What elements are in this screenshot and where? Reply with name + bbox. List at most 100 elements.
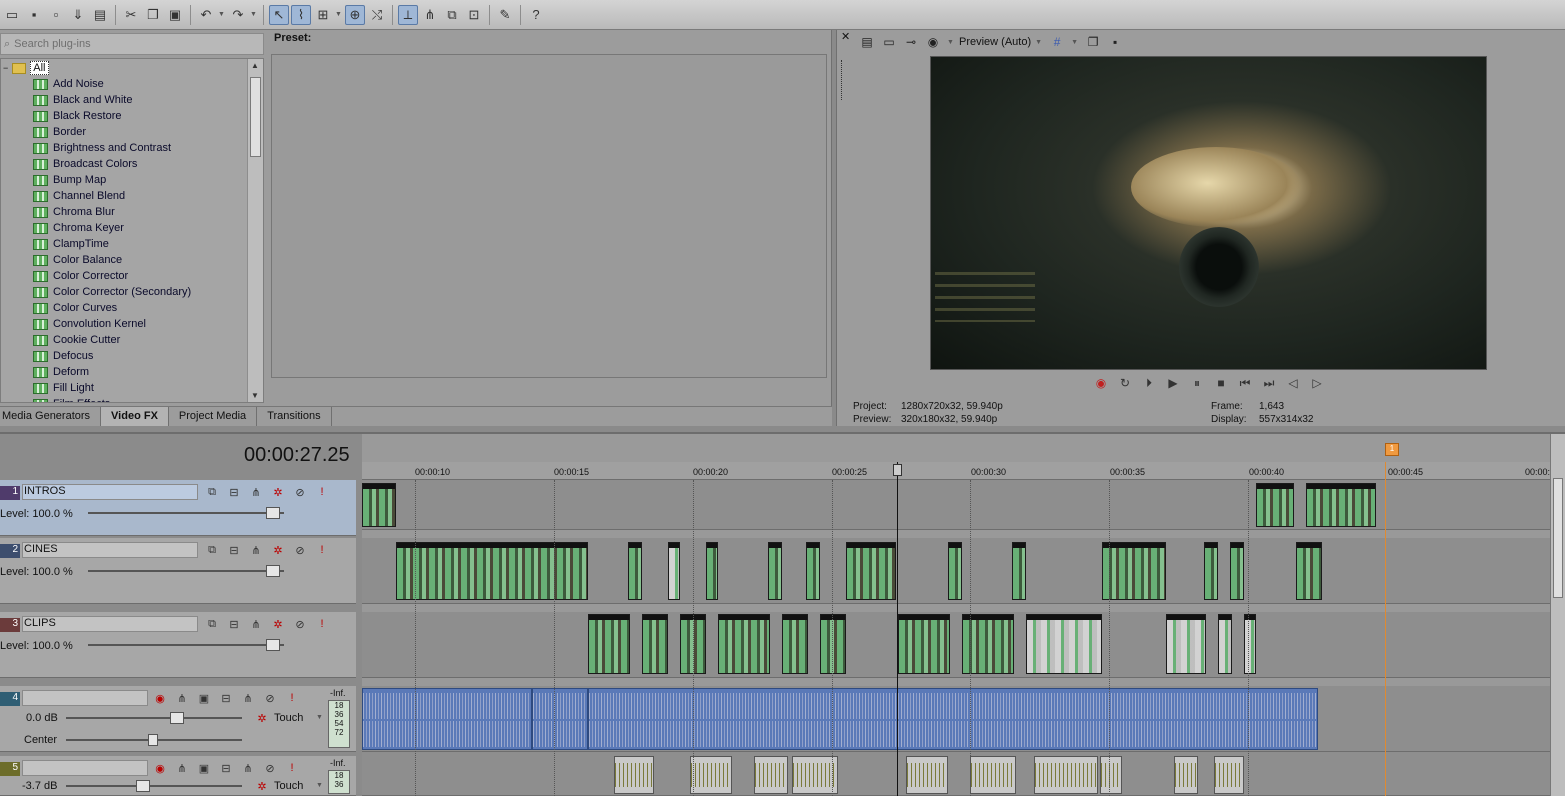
video-clip[interactable] (1026, 614, 1102, 674)
track-motion-icon[interactable]: ⊟ (226, 484, 242, 500)
external-monitor-icon[interactable]: ▭ (881, 34, 897, 50)
lock-envelopes-icon[interactable]: ⋔ (420, 5, 440, 25)
plugin-item[interactable]: Film Effects (33, 396, 191, 402)
audio-clip[interactable] (1100, 756, 1122, 794)
track-fx-icon[interactable]: ⊟ (218, 690, 234, 706)
automation-mode-icon[interactable]: ✲ (254, 778, 270, 794)
scroll-down-icon[interactable]: ▼ (251, 391, 259, 400)
video-clip[interactable] (718, 614, 770, 674)
video-clip[interactable] (588, 614, 630, 674)
track-name-field[interactable]: INTROS (22, 484, 198, 500)
audio-clip[interactable] (614, 756, 654, 794)
redo-icon[interactable]: ↷ (228, 5, 248, 25)
playhead-cursor[interactable] (897, 462, 898, 796)
automation-icon[interactable]: ▣ (196, 760, 212, 776)
audio-clip[interactable] (588, 688, 1318, 750)
tab-project-media[interactable]: Project Media (169, 407, 258, 426)
copy-icon[interactable]: ❐ (143, 5, 163, 25)
mute-icon[interactable]: ⊘ (262, 760, 278, 776)
prev-frame-icon[interactable]: ◁ (1285, 375, 1301, 391)
selection-icon[interactable]: ⊞ (313, 5, 333, 25)
plugin-item[interactable]: Color Curves (33, 300, 191, 316)
arm-record-icon[interactable]: ◉ (152, 760, 168, 776)
plugin-item[interactable]: Fill Light (33, 380, 191, 396)
envelope-edit-icon[interactable]: ⌇ (291, 4, 311, 25)
track-lane-cines[interactable] (362, 538, 1550, 604)
auto-crossfade-icon[interactable]: ⤭ (367, 5, 387, 25)
video-clip[interactable] (846, 542, 896, 600)
video-clip[interactable] (1012, 542, 1026, 600)
video-clip[interactable] (898, 614, 950, 674)
save-icon[interactable]: ▪ (24, 5, 44, 25)
automation-icon[interactable]: ▣ (196, 690, 212, 706)
overlays-icon[interactable]: ◉ (925, 34, 941, 50)
solo-icon[interactable]: ! (284, 690, 300, 706)
fx-chain-icon[interactable]: ⋔ (248, 484, 264, 500)
plugin-scrollbar[interactable]: ▲ ▼ (247, 59, 263, 402)
plugin-item[interactable]: ClampTime (33, 236, 191, 252)
chevron-down-icon[interactable]: ▼ (316, 782, 324, 789)
audio-clip[interactable] (906, 756, 948, 794)
redo-dropdown-icon[interactable]: ▼ (250, 11, 258, 18)
next-frame-icon[interactable]: ▷ (1309, 375, 1325, 391)
invert-phase-icon[interactable]: ⋔ (174, 690, 190, 706)
chevron-down-icon[interactable]: ▼ (1071, 39, 1079, 46)
track-header-intros[interactable]: 1 INTROS ⧉ ⊟ ⋔ ✲ ⊘ ! Level: 100.0 % (0, 480, 356, 536)
stop-icon[interactable]: ■ (1213, 375, 1229, 391)
video-clip[interactable] (820, 614, 846, 674)
plugin-item[interactable]: Deform (33, 364, 191, 380)
cut-icon[interactable]: ✂ (121, 5, 141, 25)
track-header-cines[interactable]: 2 CINES ⧉ ⊟ ⋔ ✲ ⊘ ! Level: 100.0 % (0, 538, 356, 604)
video-clip[interactable] (1306, 483, 1376, 527)
track-name-field[interactable]: CLIPS (22, 616, 198, 632)
plugin-item[interactable]: Color Corrector (Secondary) (33, 284, 191, 300)
tree-root-all[interactable]: − All (3, 61, 49, 75)
marker-flag[interactable]: 1 (1385, 443, 1399, 456)
tab-transitions[interactable]: Transitions (257, 407, 332, 426)
track-fx-icon[interactable]: ✲ (270, 616, 286, 632)
fx-chain-icon[interactable]: ⋔ (248, 542, 264, 558)
undo-icon[interactable]: ↶ (196, 5, 216, 25)
plugin-item[interactable]: Convolution Kernel (33, 316, 191, 332)
plugin-item[interactable]: Channel Blend (33, 188, 191, 204)
undo-dropdown-icon[interactable]: ▼ (218, 11, 226, 18)
tab-video-fx[interactable]: Video FX (101, 407, 169, 426)
video-clip[interactable] (1230, 542, 1244, 600)
video-clip[interactable] (1296, 542, 1322, 600)
compositing-mode-icon[interactable]: ⧉ (204, 616, 220, 632)
audio-clip[interactable] (754, 756, 788, 794)
video-clip[interactable] (668, 542, 680, 600)
split-screen-icon[interactable]: ⊸ (903, 34, 919, 50)
solo-icon[interactable]: ! (314, 484, 330, 500)
video-clip[interactable] (782, 614, 808, 674)
video-clip[interactable] (948, 542, 962, 600)
video-clip[interactable] (1244, 614, 1256, 674)
audio-clip[interactable] (690, 756, 732, 794)
play-from-start-icon[interactable]: ⏵ (1141, 375, 1157, 391)
paste-icon[interactable]: ▣ (165, 5, 185, 25)
panel-grip[interactable] (841, 60, 849, 100)
plugin-item[interactable]: Chroma Blur (33, 204, 191, 220)
level-slider[interactable] (88, 507, 284, 519)
collapse-icon[interactable]: − (3, 63, 8, 73)
eraser-icon[interactable]: ✎ (495, 5, 515, 25)
compositing-mode-icon[interactable]: ⧉ (204, 542, 220, 558)
plugin-item[interactable]: Color Corrector (33, 268, 191, 284)
fx-chain-icon[interactable]: ⋔ (240, 760, 256, 776)
play-icon[interactable]: ▶ (1165, 375, 1181, 391)
track-header-audio-5[interactable]: 5 ◉ ⋔ ▣ ⊟ ⋔ ⊘ ! -3.7 dB ✲ Touch ▼ -Inf. … (0, 756, 356, 796)
normal-edit-icon[interactable]: ↖ (269, 4, 289, 25)
plugin-item[interactable]: Chroma Keyer (33, 220, 191, 236)
plugin-item[interactable]: Broadcast Colors (33, 156, 191, 172)
slider-knob[interactable] (170, 712, 184, 724)
plugin-item[interactable]: Black and White (33, 92, 191, 108)
video-clip[interactable] (1166, 614, 1206, 674)
scroll-up-icon[interactable]: ▲ (251, 61, 259, 70)
plugin-item[interactable]: Color Balance (33, 252, 191, 268)
mute-icon[interactable]: ⊘ (292, 542, 308, 558)
track-name-field[interactable]: CINES (22, 542, 198, 558)
slider-knob[interactable] (266, 565, 280, 577)
track-fx-icon[interactable]: ✲ (270, 484, 286, 500)
slider-knob[interactable] (136, 780, 150, 792)
solo-icon[interactable]: ! (314, 542, 330, 558)
